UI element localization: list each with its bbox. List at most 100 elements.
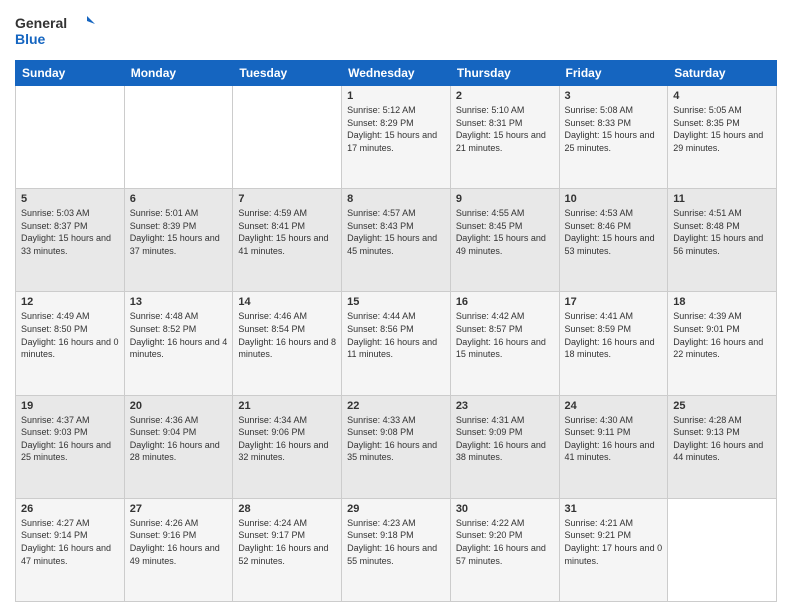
day-number: 10 bbox=[565, 193, 663, 205]
calendar-cell: 1 Sunrise: 5:12 AMSunset: 8:29 PMDayligh… bbox=[342, 86, 451, 189]
calendar-cell: 30 Sunrise: 4:22 AMSunset: 9:20 PMDaylig… bbox=[450, 498, 559, 601]
day-number: 9 bbox=[456, 193, 554, 205]
calendar-cell: 16 Sunrise: 4:42 AMSunset: 8:57 PMDaylig… bbox=[450, 292, 559, 395]
calendar-cell bbox=[668, 498, 777, 601]
calendar-table: SundayMondayTuesdayWednesdayThursdayFrid… bbox=[15, 60, 777, 602]
calendar-cell: 2 Sunrise: 5:10 AMSunset: 8:31 PMDayligh… bbox=[450, 86, 559, 189]
calendar-cell: 3 Sunrise: 5:08 AMSunset: 8:33 PMDayligh… bbox=[559, 86, 668, 189]
day-info: Sunrise: 4:59 AMSunset: 8:41 PMDaylight:… bbox=[238, 207, 336, 257]
calendar-header-monday: Monday bbox=[124, 61, 233, 86]
calendar-header-sunday: Sunday bbox=[16, 61, 125, 86]
day-number: 29 bbox=[347, 503, 445, 515]
logo-svg: General Blue bbox=[15, 10, 95, 52]
calendar-cell: 10 Sunrise: 4:53 AMSunset: 8:46 PMDaylig… bbox=[559, 189, 668, 292]
day-number: 6 bbox=[130, 193, 228, 205]
day-number: 5 bbox=[21, 193, 119, 205]
day-number: 31 bbox=[565, 503, 663, 515]
calendar-cell: 5 Sunrise: 5:03 AMSunset: 8:37 PMDayligh… bbox=[16, 189, 125, 292]
day-number: 26 bbox=[21, 503, 119, 515]
calendar-header-thursday: Thursday bbox=[450, 61, 559, 86]
day-info: Sunrise: 4:31 AMSunset: 9:09 PMDaylight:… bbox=[456, 414, 554, 464]
calendar-cell: 6 Sunrise: 5:01 AMSunset: 8:39 PMDayligh… bbox=[124, 189, 233, 292]
day-number: 12 bbox=[21, 296, 119, 308]
day-info: Sunrise: 4:41 AMSunset: 8:59 PMDaylight:… bbox=[565, 310, 663, 360]
calendar-header-friday: Friday bbox=[559, 61, 668, 86]
day-number: 19 bbox=[21, 400, 119, 412]
calendar-cell: 8 Sunrise: 4:57 AMSunset: 8:43 PMDayligh… bbox=[342, 189, 451, 292]
day-info: Sunrise: 5:01 AMSunset: 8:39 PMDaylight:… bbox=[130, 207, 228, 257]
calendar-cell: 11 Sunrise: 4:51 AMSunset: 8:48 PMDaylig… bbox=[668, 189, 777, 292]
day-number: 13 bbox=[130, 296, 228, 308]
calendar-cell: 22 Sunrise: 4:33 AMSunset: 9:08 PMDaylig… bbox=[342, 395, 451, 498]
day-info: Sunrise: 4:22 AMSunset: 9:20 PMDaylight:… bbox=[456, 517, 554, 567]
calendar-cell bbox=[124, 86, 233, 189]
calendar-cell: 26 Sunrise: 4:27 AMSunset: 9:14 PMDaylig… bbox=[16, 498, 125, 601]
calendar-cell: 18 Sunrise: 4:39 AMSunset: 9:01 PMDaylig… bbox=[668, 292, 777, 395]
calendar-cell: 25 Sunrise: 4:28 AMSunset: 9:13 PMDaylig… bbox=[668, 395, 777, 498]
day-info: Sunrise: 4:33 AMSunset: 9:08 PMDaylight:… bbox=[347, 414, 445, 464]
calendar-cell: 31 Sunrise: 4:21 AMSunset: 9:21 PMDaylig… bbox=[559, 498, 668, 601]
day-info: Sunrise: 4:55 AMSunset: 8:45 PMDaylight:… bbox=[456, 207, 554, 257]
day-info: Sunrise: 5:03 AMSunset: 8:37 PMDaylight:… bbox=[21, 207, 119, 257]
day-number: 8 bbox=[347, 193, 445, 205]
calendar-header-saturday: Saturday bbox=[668, 61, 777, 86]
calendar-cell: 23 Sunrise: 4:31 AMSunset: 9:09 PMDaylig… bbox=[450, 395, 559, 498]
day-info: Sunrise: 4:21 AMSunset: 9:21 PMDaylight:… bbox=[565, 517, 663, 567]
day-info: Sunrise: 4:39 AMSunset: 9:01 PMDaylight:… bbox=[673, 310, 771, 360]
calendar-cell bbox=[233, 86, 342, 189]
calendar-cell: 19 Sunrise: 4:37 AMSunset: 9:03 PMDaylig… bbox=[16, 395, 125, 498]
day-number: 2 bbox=[456, 90, 554, 102]
calendar-cell: 12 Sunrise: 4:49 AMSunset: 8:50 PMDaylig… bbox=[16, 292, 125, 395]
day-info: Sunrise: 4:57 AMSunset: 8:43 PMDaylight:… bbox=[347, 207, 445, 257]
day-info: Sunrise: 5:12 AMSunset: 8:29 PMDaylight:… bbox=[347, 104, 445, 154]
day-number: 7 bbox=[238, 193, 336, 205]
day-info: Sunrise: 4:37 AMSunset: 9:03 PMDaylight:… bbox=[21, 414, 119, 464]
calendar-page: General Blue SundayMondayTuesdayWednesda… bbox=[0, 0, 792, 612]
svg-text:Blue: Blue bbox=[15, 31, 46, 47]
day-info: Sunrise: 4:46 AMSunset: 8:54 PMDaylight:… bbox=[238, 310, 336, 360]
day-number: 14 bbox=[238, 296, 336, 308]
day-info: Sunrise: 4:26 AMSunset: 9:16 PMDaylight:… bbox=[130, 517, 228, 567]
calendar-cell: 7 Sunrise: 4:59 AMSunset: 8:41 PMDayligh… bbox=[233, 189, 342, 292]
day-info: Sunrise: 4:28 AMSunset: 9:13 PMDaylight:… bbox=[673, 414, 771, 464]
day-number: 28 bbox=[238, 503, 336, 515]
day-info: Sunrise: 5:05 AMSunset: 8:35 PMDaylight:… bbox=[673, 104, 771, 154]
day-number: 24 bbox=[565, 400, 663, 412]
day-number: 21 bbox=[238, 400, 336, 412]
day-number: 20 bbox=[130, 400, 228, 412]
day-info: Sunrise: 4:24 AMSunset: 9:17 PMDaylight:… bbox=[238, 517, 336, 567]
calendar-cell: 4 Sunrise: 5:05 AMSunset: 8:35 PMDayligh… bbox=[668, 86, 777, 189]
day-number: 18 bbox=[673, 296, 771, 308]
day-info: Sunrise: 4:23 AMSunset: 9:18 PMDaylight:… bbox=[347, 517, 445, 567]
calendar-cell: 20 Sunrise: 4:36 AMSunset: 9:04 PMDaylig… bbox=[124, 395, 233, 498]
day-number: 23 bbox=[456, 400, 554, 412]
day-number: 30 bbox=[456, 503, 554, 515]
calendar-cell bbox=[16, 86, 125, 189]
calendar-cell: 13 Sunrise: 4:48 AMSunset: 8:52 PMDaylig… bbox=[124, 292, 233, 395]
calendar-header-wednesday: Wednesday bbox=[342, 61, 451, 86]
calendar-cell: 17 Sunrise: 4:41 AMSunset: 8:59 PMDaylig… bbox=[559, 292, 668, 395]
day-info: Sunrise: 5:10 AMSunset: 8:31 PMDaylight:… bbox=[456, 104, 554, 154]
day-info: Sunrise: 4:49 AMSunset: 8:50 PMDaylight:… bbox=[21, 310, 119, 360]
day-info: Sunrise: 4:27 AMSunset: 9:14 PMDaylight:… bbox=[21, 517, 119, 567]
day-number: 22 bbox=[347, 400, 445, 412]
day-info: Sunrise: 4:42 AMSunset: 8:57 PMDaylight:… bbox=[456, 310, 554, 360]
calendar-cell: 9 Sunrise: 4:55 AMSunset: 8:45 PMDayligh… bbox=[450, 189, 559, 292]
day-number: 17 bbox=[565, 296, 663, 308]
day-number: 15 bbox=[347, 296, 445, 308]
calendar-cell: 21 Sunrise: 4:34 AMSunset: 9:06 PMDaylig… bbox=[233, 395, 342, 498]
calendar-cell: 29 Sunrise: 4:23 AMSunset: 9:18 PMDaylig… bbox=[342, 498, 451, 601]
day-number: 27 bbox=[130, 503, 228, 515]
day-number: 4 bbox=[673, 90, 771, 102]
day-info: Sunrise: 5:08 AMSunset: 8:33 PMDaylight:… bbox=[565, 104, 663, 154]
day-info: Sunrise: 4:34 AMSunset: 9:06 PMDaylight:… bbox=[238, 414, 336, 464]
header: General Blue bbox=[15, 10, 777, 52]
calendar-cell: 24 Sunrise: 4:30 AMSunset: 9:11 PMDaylig… bbox=[559, 395, 668, 498]
day-info: Sunrise: 4:44 AMSunset: 8:56 PMDaylight:… bbox=[347, 310, 445, 360]
day-info: Sunrise: 4:53 AMSunset: 8:46 PMDaylight:… bbox=[565, 207, 663, 257]
logo: General Blue bbox=[15, 10, 95, 52]
day-number: 1 bbox=[347, 90, 445, 102]
day-info: Sunrise: 4:36 AMSunset: 9:04 PMDaylight:… bbox=[130, 414, 228, 464]
day-number: 25 bbox=[673, 400, 771, 412]
calendar-cell: 27 Sunrise: 4:26 AMSunset: 9:16 PMDaylig… bbox=[124, 498, 233, 601]
